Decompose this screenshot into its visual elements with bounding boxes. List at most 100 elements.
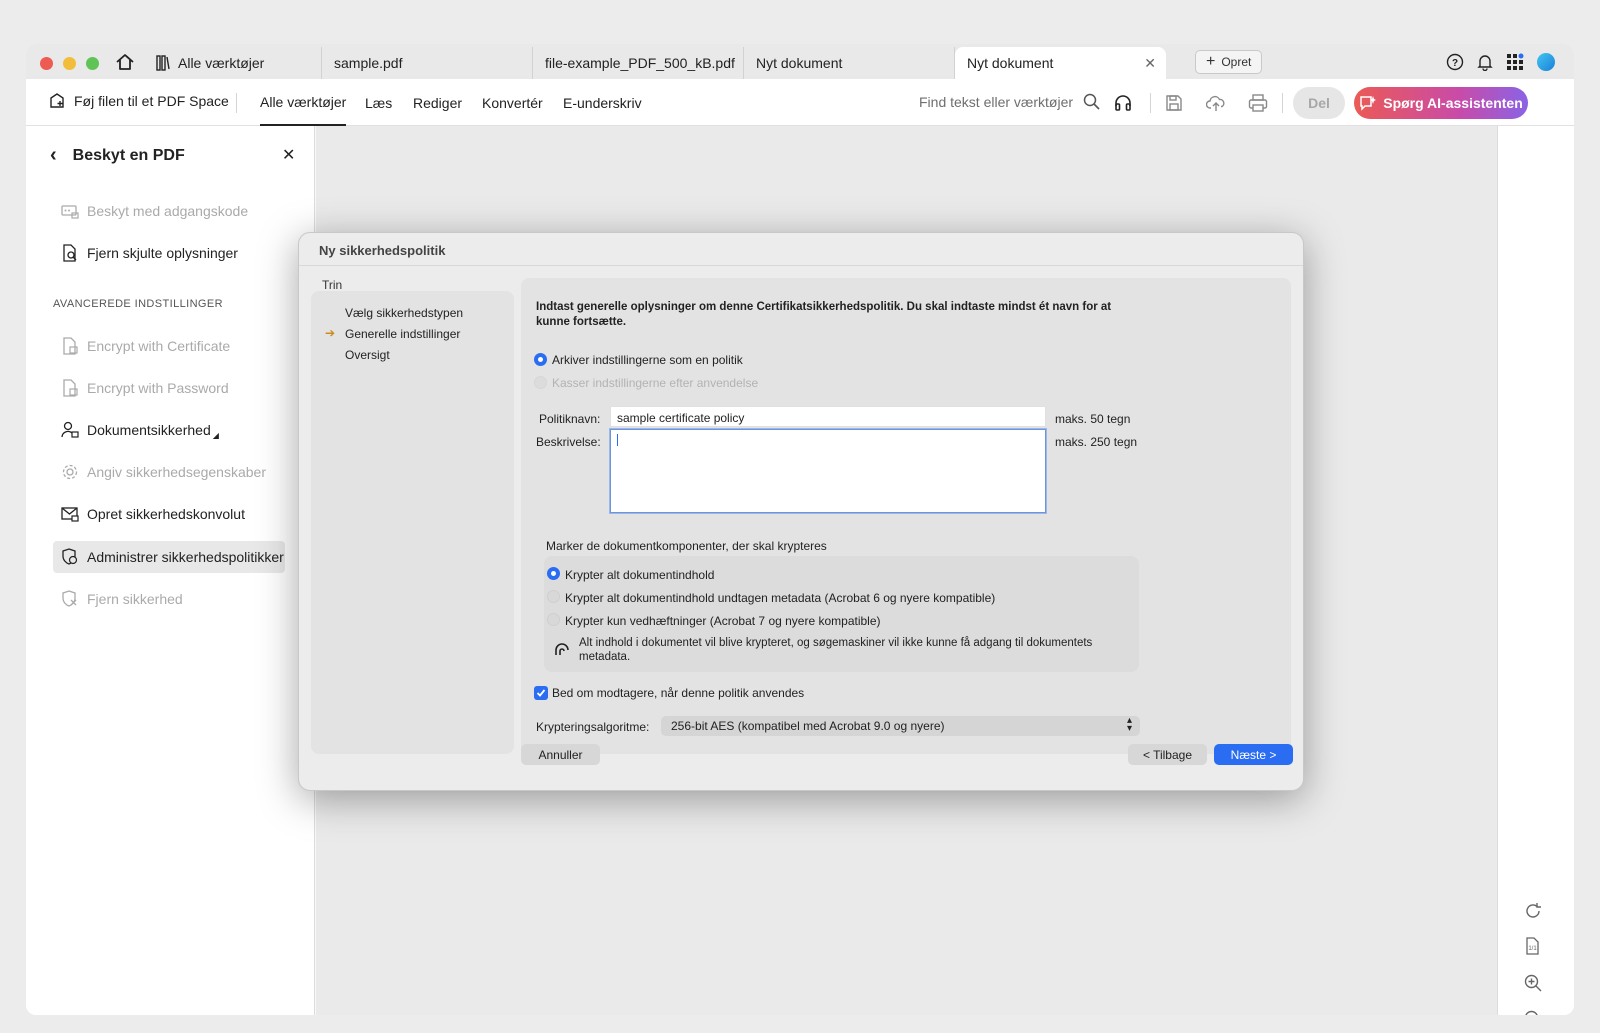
maximize-window-button[interactable] [86,57,99,70]
tab-label: Alle værktøjer [178,55,265,71]
policy-name-label: Politiknavn: [539,412,601,426]
back-label: < Tilbage [1142,747,1193,762]
back-button[interactable]: < Tilbage [1128,744,1207,765]
encrypt-except-metadata-radio[interactable] [547,590,560,603]
menu-label: Alle værktøjer [260,93,347,110]
tab-label: Nyt dokument [756,55,843,71]
close-tab-icon[interactable]: ✕ [1144,55,1156,72]
menu-read[interactable]: Læs [365,79,392,126]
policy-name-field[interactable]: sample certificate policy [610,406,1046,427]
rotate-button[interactable] [1522,900,1544,922]
algorithm-label: Krypteringsalgoritme: [536,720,650,734]
steps-heading: Trin [322,278,343,292]
apps-grid-icon[interactable] [1506,53,1524,71]
toolbar-divider [236,93,237,113]
current-step-arrow-icon: ➔ [325,326,336,340]
envelope-lock-icon [61,507,79,522]
discard-after-use-radio[interactable] [534,376,547,389]
search-placeholder: Find tekst eller værktøjer [919,93,1074,110]
tab-sample-pdf[interactable]: sample.pdf [322,47,533,79]
algorithm-select[interactable]: 256-bit AES (kompatibel med Acrobat 9.0 … [661,716,1140,736]
bell-icon[interactable] [1476,53,1494,71]
upload-button[interactable] [1205,92,1227,114]
discard-after-use-label: Kasser indstillingerne efter anvendelse [552,376,759,390]
instructions-text: Indtast generelle oplysninger om denne C… [536,301,1112,328]
toolbar-divider [1150,93,1151,113]
zoom-out-icon [1525,1010,1538,1015]
help-icon[interactable]: ? [1446,53,1464,71]
menu-label: Læs [365,94,393,111]
toolbar-divider [1282,93,1283,113]
cancel-button[interactable]: Annuller [521,744,600,765]
advanced-settings-heading: AVANCEREDE INDSTILLINGER [53,298,223,310]
print-button[interactable] [1247,92,1269,114]
sidebar-item-label: Encrypt with Certificate [87,338,231,354]
tab-label: file-example_PDF_500_kB.pdf [545,55,735,71]
zoom-out-button[interactable] [1522,1008,1544,1015]
menu-all-tools[interactable]: Alle værktøjer [260,79,347,126]
encrypt-attachments-radio[interactable] [547,613,560,626]
save-as-policy-radio[interactable] [534,353,547,366]
sidebar-item-security-envelope[interactable]: Opret sikkerhedskonvolut [53,498,285,530]
save-button[interactable] [1163,92,1185,114]
page-number-button[interactable]: 1/1 [1522,935,1544,957]
password-icon [61,205,79,219]
checkmark-icon [536,689,546,697]
text-caret [617,434,618,446]
ai-assistant-label: Spørg AI-assistenten [1383,95,1523,111]
share-label: Del [1308,95,1330,111]
tab-new-document[interactable]: Nyt dokument [744,47,955,79]
tab-bar: Alle værktøjer sample.pdf file-example_P… [26,44,1574,79]
sidebar-item-security-properties[interactable]: Angiv sikkerhedsegenskaber [53,456,285,488]
window-top-icons: ? [1446,52,1556,72]
step-summary: Oversigt [345,348,390,362]
find-tools-search[interactable]: Find tekst eller værktøjer [919,93,1100,110]
main-toolbar: Føj filen til et PDF Space Alle værktøje… [26,79,1574,126]
search-engine-info-icon [555,643,569,655]
add-to-pdf-space-button[interactable]: Føj filen til et PDF Space [48,92,229,110]
zoom-in-icon [1524,974,1542,992]
new-tab-button[interactable]: + Opret [1195,50,1263,74]
sidebar-item-label: Opret sikkerhedskonvolut [87,506,245,522]
next-button[interactable]: Næste > [1214,744,1293,765]
back-arrow-icon[interactable]: ‹ [50,144,57,167]
description-label: Beskrivelse: [536,435,601,449]
steps-panel: Vælg sikkerhedstypen ➔ Generelle indstil… [311,291,514,754]
tab-new-document-active[interactable]: Nyt dokument ✕ [955,47,1166,79]
ask-recipients-checkbox[interactable] [534,686,548,700]
home-button[interactable] [110,49,140,75]
sidebar-item-label: Encrypt with Password [87,380,229,396]
avatar[interactable] [1536,52,1556,72]
tab-all-tools[interactable]: Alle værktøjer [144,47,322,79]
sidebar-item-encrypt-certificate[interactable]: Encrypt with Certificate [53,330,285,362]
tab-file-example[interactable]: file-example_PDF_500_kB.pdf [533,47,744,79]
sidebar-item-manage-policies[interactable]: Administrer sikkerhedspolitikker [53,541,285,573]
read-aloud-button[interactable] [1112,92,1134,114]
close-sidebar-icon[interactable]: ✕ [282,145,295,165]
share-button[interactable]: Del [1293,87,1345,119]
sidebar-item-document-security[interactable]: Dokumentsikkerhed ◢ [53,414,285,446]
menu-edit[interactable]: Rediger [413,79,462,126]
encrypt-all-radio[interactable] [547,567,560,580]
description-limit: maks. 250 tegn [1055,435,1138,449]
search-icon [1083,93,1100,110]
menu-label: E-underskriv [563,94,642,111]
menu-esign[interactable]: E-underskriv [563,79,642,126]
headphones-icon [1115,95,1131,111]
zoom-in-button[interactable] [1522,972,1544,994]
add-to-pdf-space-label: Føj filen til et PDF Space [74,93,229,109]
sidebar-item-remove-hidden-info[interactable]: Fjern skjulte oplysninger [53,237,285,269]
close-window-button[interactable] [40,57,53,70]
menu-convert[interactable]: Konvertér [482,79,543,126]
ai-assistant-button[interactable]: Spørg AI-assistenten [1354,87,1528,119]
certificate-lock-icon [63,337,78,355]
minimize-window-button[interactable] [63,57,76,70]
description-field[interactable] [610,429,1046,513]
sidebar-item-remove-security[interactable]: Fjern sikkerhed [53,583,285,615]
tool-sidebar: ‹ Beskyt en PDF ✕ Beskyt med adgangskode… [26,126,315,1015]
sidebar-item-encrypt-password[interactable]: Encrypt with Password [53,372,285,404]
menu-label: Konvertér [482,94,543,111]
step-general-settings: Generelle indstillinger [345,327,461,341]
components-heading: Marker de dokumentkomponenter, der skal … [546,539,827,553]
sidebar-item-protect-password[interactable]: Beskyt med adgangskode [53,195,285,227]
